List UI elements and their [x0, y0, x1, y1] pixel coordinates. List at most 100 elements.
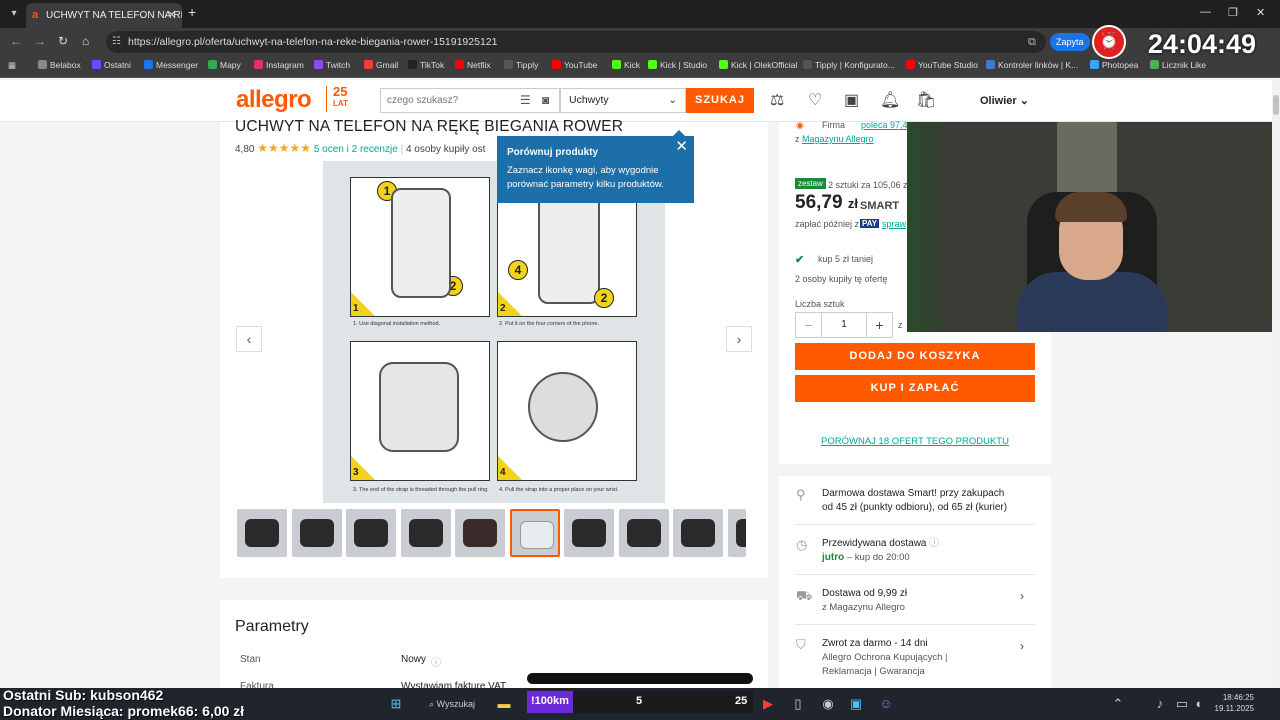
thumbnail-image	[572, 519, 606, 547]
mic-icon[interactable]: ♪	[1150, 694, 1170, 714]
gallery-thumbnail[interactable]	[673, 509, 723, 557]
scrollbar-thumb[interactable]	[1273, 95, 1279, 115]
discord-icon[interactable]: ☺	[876, 694, 896, 714]
new-tab-icon[interactable]: +	[188, 4, 196, 20]
bookmark-item[interactable]: Kontroler linków | K...	[986, 60, 1078, 70]
bell-icon[interactable]: 🔔︎	[880, 90, 900, 110]
gallery-thumbnail[interactable]	[400, 509, 451, 557]
gallery-thumbnail[interactable]	[291, 509, 342, 557]
product-rating: 4,80 ★★★★★ 5 ocen i 2 recenzje | 4 osoby…	[235, 141, 486, 155]
user-menu[interactable]: Oliwier ⌄	[980, 94, 1029, 107]
page-scrollbar[interactable]	[1272, 80, 1280, 688]
gallery-thumbnail[interactable]	[237, 509, 287, 557]
gallery-thumbnail[interactable]	[727, 509, 746, 557]
bookmark-item[interactable]: Twitch	[314, 60, 350, 70]
info-icon[interactable]: ⓘ	[929, 538, 939, 549]
bookmark-item[interactable]: Kick | Studio	[648, 60, 707, 70]
taskbar-search[interactable]: ⌕ Wyszukaj	[422, 694, 482, 714]
home-icon[interactable]: ⌂	[82, 34, 89, 48]
install-app-icon[interactable]: ⧉	[1028, 36, 1036, 49]
bookmark-item[interactable]: Kick | OlekOfficial	[719, 60, 797, 70]
corner-label: 3	[353, 467, 359, 478]
bookmark-item[interactable]: YouTube Studio	[906, 60, 978, 70]
gallery-thumbnail[interactable]	[618, 509, 669, 557]
bookmark-item[interactable]: YouTube	[552, 60, 597, 70]
heart-icon[interactable]: ♡	[808, 90, 822, 110]
delivery-from[interactable]: Dostawa od 9,99 zł z Magazynu Allegro	[822, 587, 907, 615]
bookmark-item[interactable]: Ostatni	[92, 60, 131, 70]
search-button[interactable]: SZUKAJ	[686, 88, 754, 113]
start-icon[interactable]: ⊞	[386, 694, 406, 714]
url-field[interactable]: ☷ https://allegro.pl/oferta/uchwyt-na-te…	[106, 31, 1046, 53]
bookmark-item[interactable]: Gmail	[364, 60, 398, 70]
free-return[interactable]: Zwrot za darmo - 14 dni Allegro Ochrona K…	[822, 637, 948, 679]
km-label: !100km	[531, 695, 569, 707]
minus-icon[interactable]: −	[796, 313, 822, 337]
allegro-logo[interactable]: allegro	[236, 86, 312, 114]
site-info-icon[interactable]: ☷	[112, 31, 121, 53]
pay-link[interactable]: spraw	[882, 219, 906, 229]
bookmark-item[interactable]: Mapy	[208, 60, 241, 70]
bookmark-item[interactable]: Tipply	[504, 60, 538, 70]
bookmark-label: YouTube Studio	[918, 60, 978, 70]
file-explorer-icon[interactable]: ▬	[494, 694, 514, 714]
bookmark-label: Ostatni	[104, 60, 131, 70]
bookmark-item[interactable]: Netflix	[455, 60, 491, 70]
ask-ai-button[interactable]: Zapyta	[1050, 33, 1090, 51]
reviews-link[interactable]: 5 ocen i 2 recenzje	[314, 144, 398, 155]
apps-icon[interactable]: ▦	[8, 60, 16, 71]
obs-icon[interactable]: ◉	[818, 694, 838, 714]
cart-icon[interactable]: 🛍︎	[916, 90, 936, 110]
info-icon[interactable]: ⓘ	[431, 654, 441, 669]
system-clock[interactable]: 18:46:25 19.11.2025	[1204, 692, 1254, 714]
gallery-thumbnail[interactable]	[509, 509, 560, 557]
seller-icon: ◉	[796, 120, 804, 130]
tray-chevron-icon[interactable]: ⌃	[1108, 694, 1128, 714]
bookmark-favicon-icon	[254, 60, 263, 69]
price-currency: zł	[847, 196, 858, 211]
reload-icon[interactable]: ↻	[58, 34, 68, 48]
plus-icon[interactable]: +	[866, 313, 892, 337]
window-close-icon[interactable]: ✕	[1256, 6, 1265, 19]
qty-input[interactable]: 1	[822, 313, 866, 337]
search-input[interactable]	[380, 88, 560, 113]
tooltip-close-icon[interactable]: ✕	[675, 139, 688, 154]
youtube-icon[interactable]: ▶	[758, 694, 778, 714]
allegro-favicon-icon: a	[32, 9, 39, 21]
app-icon[interactable]: ▯	[788, 694, 808, 714]
buy-now-button[interactable]: KUP I ZAPŁAĆ	[795, 375, 1035, 402]
bookmark-item[interactable]: Belabox	[38, 60, 81, 70]
tab-search-icon[interactable]: ▾	[6, 6, 22, 22]
gallery-prev-button[interactable]: ‹	[236, 326, 262, 352]
maximize-icon[interactable]: ❐	[1228, 6, 1238, 19]
bookmark-item[interactable]: TikTok	[408, 60, 444, 70]
add-to-cart-button[interactable]: DODAJ DO KOSZYKA	[795, 343, 1035, 370]
chevron-right-icon[interactable]: ›	[1020, 589, 1024, 603]
bookmark-favicon-icon	[648, 60, 657, 69]
browser-tab-active[interactable]: a UCHWYT NA TELEFON NA RĘKĘ ✕	[26, 3, 182, 28]
gallery-thumbnail[interactable]	[346, 509, 396, 557]
bookmark-item[interactable]: Tipply | Konfigurato...	[803, 60, 895, 70]
last-sub: Ostatni Sub: kubson462	[3, 687, 164, 703]
minimize-icon[interactable]: —	[1200, 6, 1211, 18]
camera-search-icon[interactable]: ◙	[542, 93, 549, 107]
app-icon[interactable]: ▣	[846, 694, 866, 714]
bookmark-item[interactable]: Instagram	[254, 60, 304, 70]
back-icon[interactable]: ←	[10, 34, 22, 48]
gallery-thumbnail[interactable]	[455, 509, 505, 557]
chevron-right-icon[interactable]: ›	[1020, 639, 1024, 653]
category-select[interactable]: Uchwyty ⌄	[560, 88, 686, 113]
tab-close-icon[interactable]: ✕	[168, 3, 176, 28]
compare-offers-link[interactable]: PORÓWNAJ 18 OFERT TEGO PRODUKTU	[795, 436, 1035, 447]
gallery-thumbnail[interactable]	[564, 509, 614, 557]
bookmark-item[interactable]: Kick	[612, 60, 640, 70]
seller-recommend[interactable]: poleca 97,4	[861, 120, 908, 130]
messages-icon[interactable]: ▣	[844, 90, 859, 110]
gallery-next-button[interactable]: ›	[726, 326, 752, 352]
list-search-icon[interactable]: ☰	[520, 93, 531, 107]
product-main-image[interactable]: 1 2 1 1. Use diagonal installation metho…	[323, 161, 665, 503]
forward-icon[interactable]: →	[34, 34, 46, 48]
qty-suffix: z	[898, 320, 903, 330]
bookmark-item[interactable]: Messenger	[144, 60, 198, 70]
compare-icon[interactable]: ⚖	[770, 90, 784, 110]
